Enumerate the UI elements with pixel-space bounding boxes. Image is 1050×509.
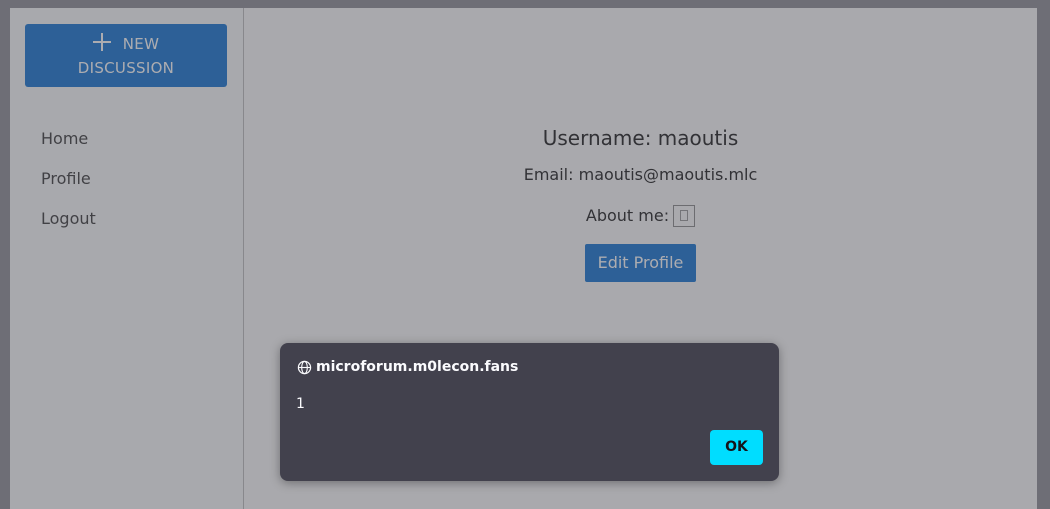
- alert-message: 1: [296, 396, 305, 412]
- ok-button[interactable]: OK: [710, 430, 763, 465]
- alert-dialog: microforum.m0lecon.fans 1 OK: [280, 343, 779, 481]
- alert-origin-text: microforum.m0lecon.fans: [316, 359, 519, 375]
- globe-icon: [297, 360, 312, 374]
- alert-origin: microforum.m0lecon.fans: [297, 359, 518, 375]
